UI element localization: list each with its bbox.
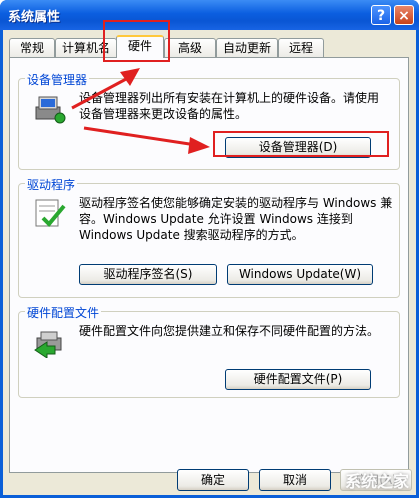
annotation-arrows [71, 68, 210, 154]
system-properties-window: 系统属性 ? × 常规 计算机名 硬件 高级 自动更新 远程 设备管理器 设备管… [0, 0, 419, 498]
tab-hardware[interactable]: 硬件 [116, 35, 164, 58]
site-watermark: 系统之家 [344, 472, 409, 491]
